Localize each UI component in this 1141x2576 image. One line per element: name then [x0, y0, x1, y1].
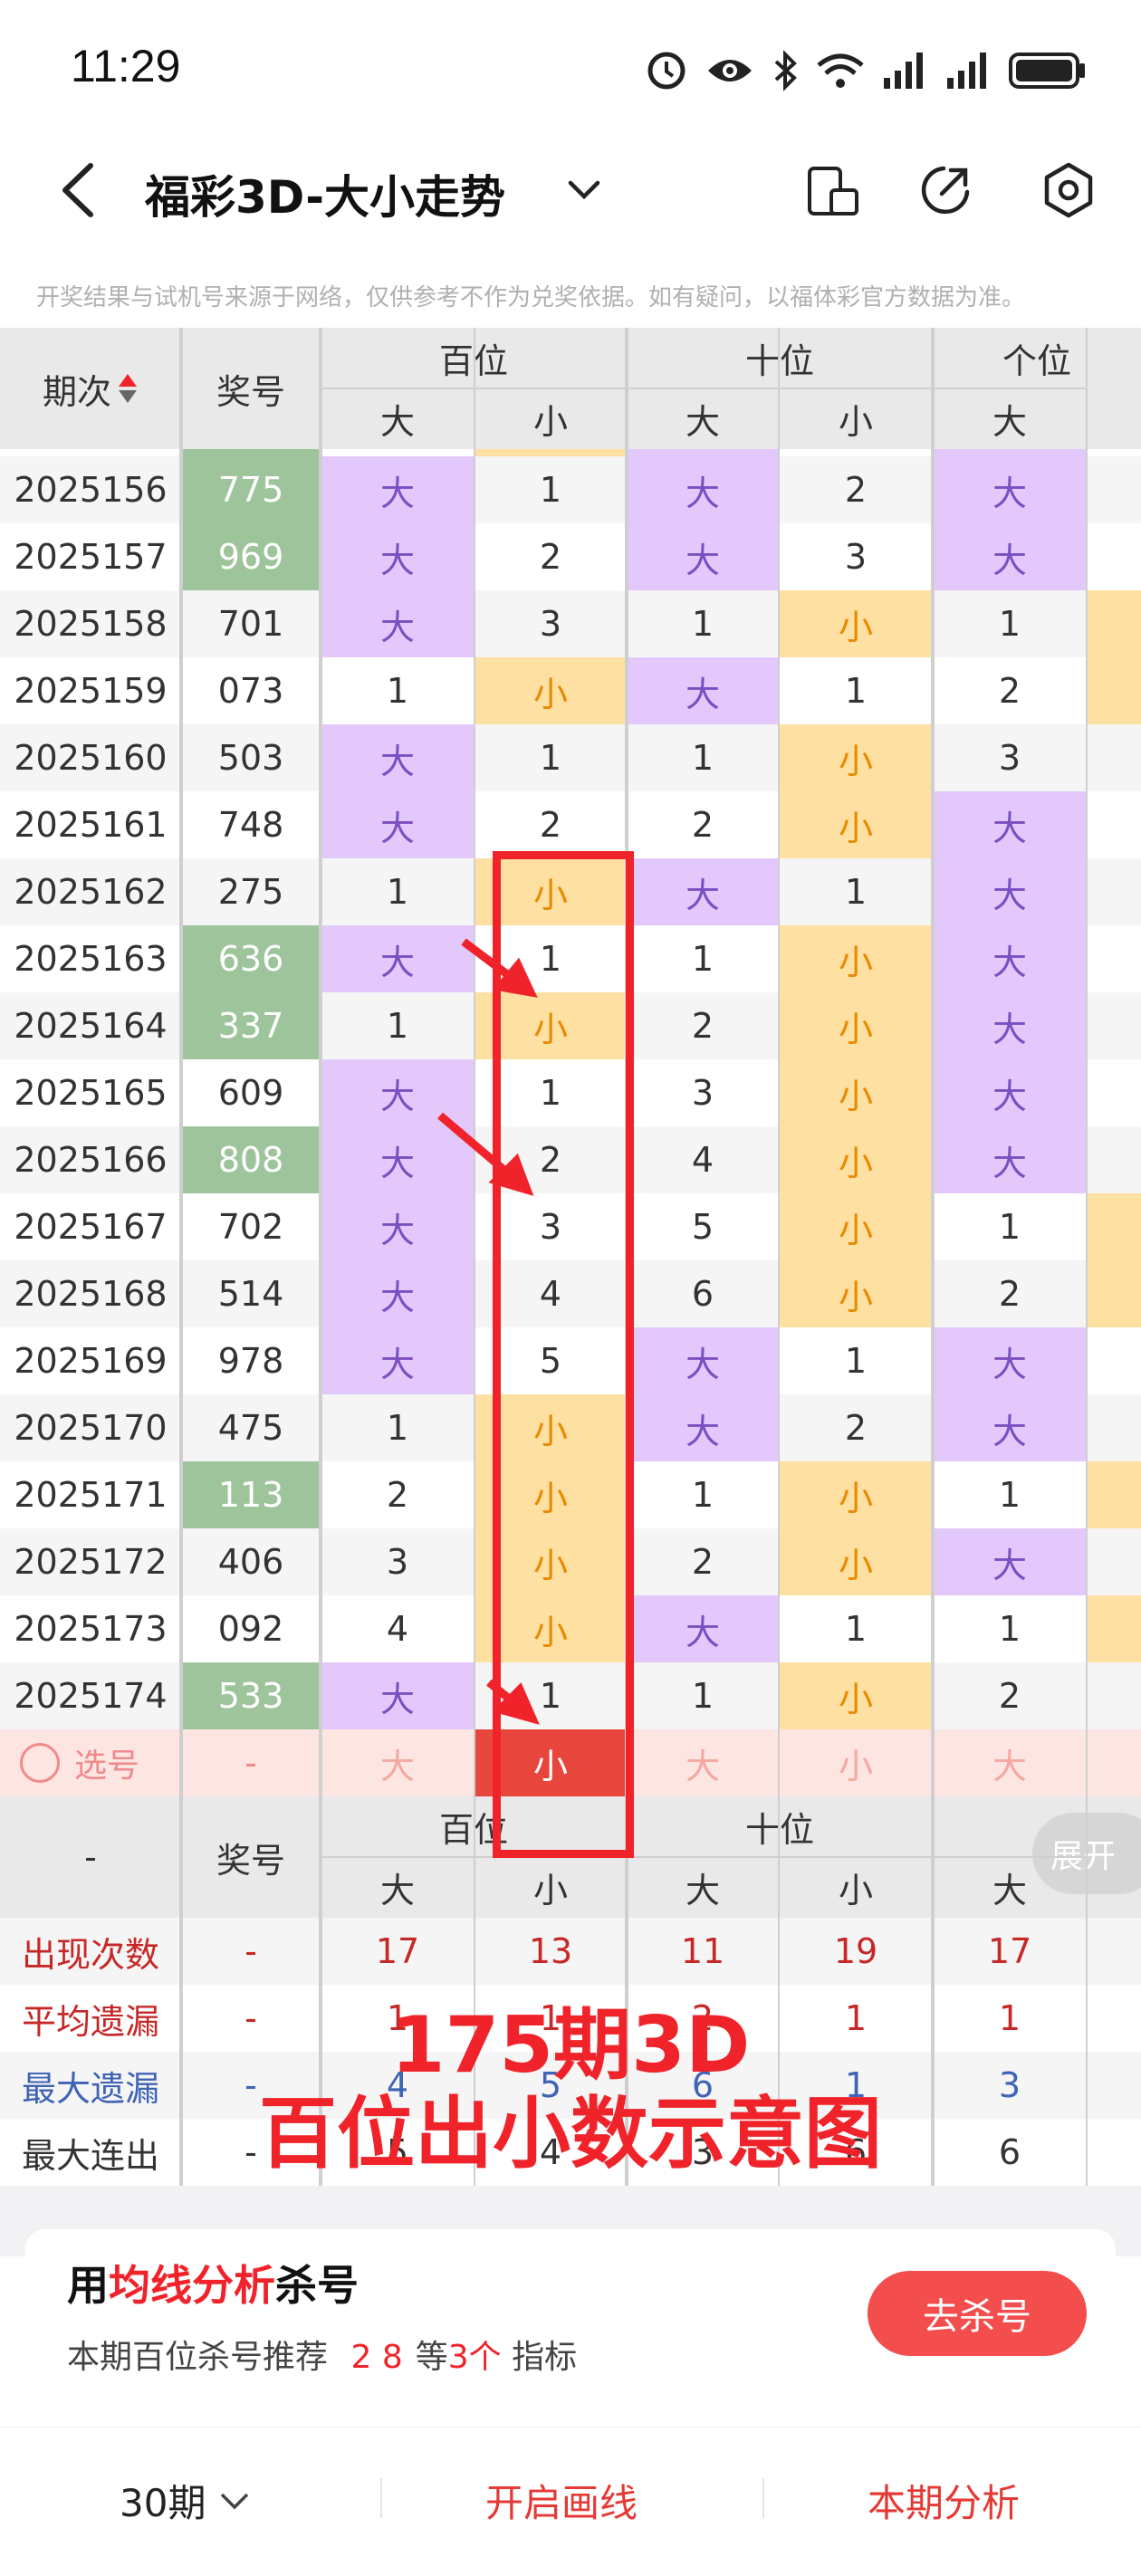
arrow-annotation: [437, 938, 540, 1725]
overlay-caption-line2: 百位出小数示意图: [259, 2089, 882, 2179]
